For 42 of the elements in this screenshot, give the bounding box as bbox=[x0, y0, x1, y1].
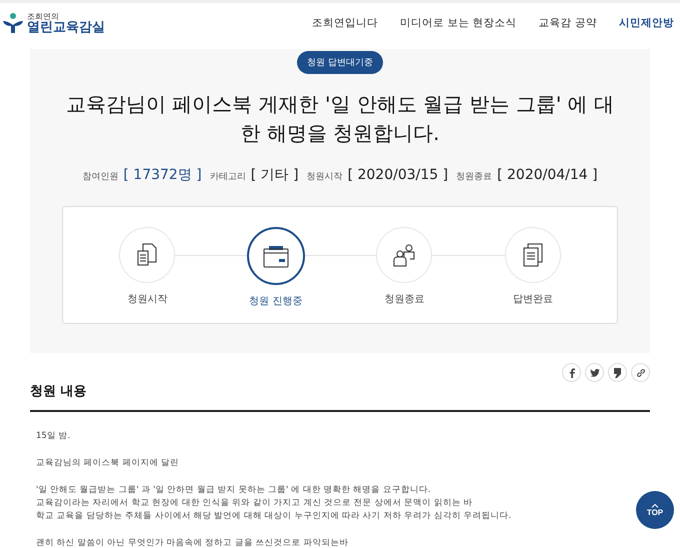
caret-icon bbox=[651, 503, 659, 508]
body-text: 학교 교육을 담당하는 주체들 사이에서 해당 발언에 대해 대상이 누구인지에 따라 사기 저하 우려가 심각히 우려됩니다. bbox=[36, 510, 512, 523]
facebook-icon bbox=[568, 368, 574, 378]
body-text: 15일 밤. bbox=[36, 430, 72, 443]
logo-subtitle: 조희연의 bbox=[27, 12, 60, 20]
top-button[interactable]: TOP bbox=[636, 491, 674, 529]
meta-label: 청원종료 bbox=[456, 171, 492, 183]
step-label: 답변완료 bbox=[512, 293, 553, 306]
share-button[interactable] bbox=[631, 363, 650, 382]
meta-value: [ 2020/03/15 ] bbox=[348, 167, 448, 183]
nav-link[interactable]: 시민제안방 bbox=[619, 16, 674, 30]
step-label: 청원종료 bbox=[384, 293, 424, 306]
step-label: 청원 진행중 bbox=[249, 295, 302, 308]
document-icon bbox=[136, 243, 158, 267]
body-text: '일 안해도 월급받는 그룹' 과 '일 안하면 월급 받지 못하는 그룹' 에 대한 명확한 해명을 요구합니다. bbox=[36, 484, 432, 497]
section-title: 청원 내용 bbox=[30, 382, 650, 412]
people-icon bbox=[392, 243, 416, 267]
nav-link[interactable]: 교육감 공약 bbox=[538, 16, 597, 30]
meta-value: [ 기타 ] bbox=[250, 166, 299, 184]
meta-label: 카테고리 bbox=[210, 171, 246, 183]
meta-label: 참여인원 bbox=[82, 171, 118, 183]
nav-link[interactable]: 미디어로 보는 현장소식 bbox=[400, 16, 517, 30]
logo-icon bbox=[2, 12, 24, 34]
share-button[interactable] bbox=[562, 363, 581, 382]
step-label: 청원시작 bbox=[127, 293, 168, 306]
body-text: 괜히 하신 말씀이 아닌 무엇인가 마음속에 정하고 글을 쓰신것으로 파악되는바 bbox=[36, 537, 350, 548]
quote-icon bbox=[614, 368, 621, 378]
pages-icon bbox=[522, 243, 544, 267]
folder-icon bbox=[262, 244, 289, 268]
status-badge: 청원 답변대기중 bbox=[297, 51, 383, 74]
share-button[interactable] bbox=[608, 363, 627, 382]
body-text: 교육감님의 페이스북 페이지에 달린 bbox=[36, 457, 180, 470]
nav-link[interactable]: 조희연입니다 bbox=[312, 16, 378, 30]
meta-value: [ 2020/04/14 ] bbox=[497, 167, 598, 183]
meta-value: [ 17372명 ] bbox=[123, 166, 202, 184]
meta-label: 청원시작 bbox=[306, 171, 343, 183]
body-text: 교육감이라는 자리에서 학교 현장에 대한 인식을 위와 같이 가지고 계신 것으로 전문 상에서 문맥이 읽히는 바 bbox=[36, 497, 474, 510]
petition-title: 교육감님이 페이스북 게재한 '일 안해도 월급 받는 그룹' 에 대한 해명을 청원합니다. bbox=[64, 91, 616, 147]
logo-title: 열린교육감실 bbox=[27, 20, 105, 34]
link-icon bbox=[636, 368, 646, 378]
bird-icon bbox=[590, 368, 600, 376]
share-button[interactable] bbox=[585, 363, 604, 382]
